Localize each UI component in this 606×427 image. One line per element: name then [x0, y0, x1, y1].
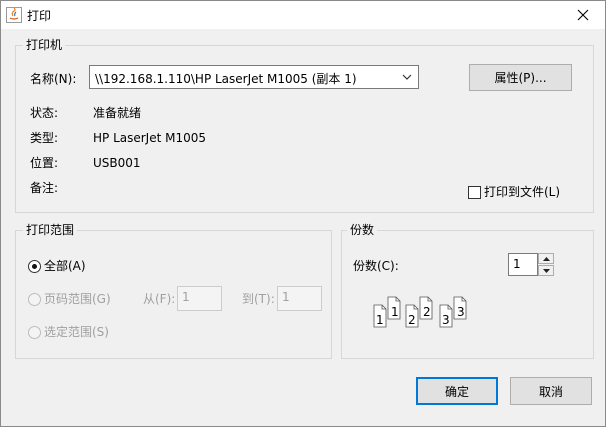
collate-page-label: 2 — [408, 313, 416, 327]
printer-name-label: 名称(N): — [30, 72, 77, 86]
java-app-icon — [6, 7, 22, 23]
print-to-file-label[interactable]: 打印到文件(L) — [484, 185, 560, 199]
window-title: 打印 — [27, 9, 52, 23]
ok-button[interactable]: 确定 — [416, 377, 498, 405]
title-bar: 打印 — [1, 1, 605, 29]
print-range-group-title: 打印范围 — [23, 223, 78, 237]
type-value: HP LaserJet M1005 — [93, 131, 207, 145]
print-to-file-checkbox[interactable] — [468, 186, 481, 199]
collate-page-label: 3 — [457, 305, 465, 319]
copies-label: 份数(C): — [353, 259, 399, 273]
close-icon — [577, 9, 589, 21]
collate-set-1: 1 1 — [373, 296, 401, 328]
cancel-button[interactable]: 取消 — [510, 377, 592, 405]
arrow-up-icon — [542, 256, 550, 261]
arrow-down-icon — [542, 268, 550, 273]
status-value: 准备就绪 — [93, 106, 142, 120]
range-all-radio[interactable] — [28, 260, 41, 273]
collate-set-3: 3 3 — [439, 296, 467, 328]
copies-group-title: 份数 — [347, 223, 378, 237]
type-label: 类型: — [30, 131, 59, 145]
to-input[interactable]: 1 — [277, 286, 322, 311]
from-label: 从(F): — [143, 292, 176, 306]
range-selection-radio[interactable] — [28, 326, 41, 339]
comment-label: 备注: — [30, 181, 59, 195]
status-label: 状态: — [30, 106, 59, 120]
from-input[interactable]: 1 — [177, 286, 222, 311]
range-pages-radio[interactable] — [28, 293, 41, 306]
copies-decrement-button[interactable] — [538, 265, 554, 276]
print-dialog: 打印 打印机 名称(N): \\192.168.1.110\HP LaserJe… — [0, 0, 606, 427]
range-pages-label[interactable]: 页码范围(G) — [44, 292, 111, 306]
range-all-label[interactable]: 全部(A) — [44, 259, 86, 273]
collate-set-2: 2 2 — [405, 296, 433, 328]
location-label: 位置: — [30, 156, 59, 170]
properties-button[interactable]: 属性(P)... — [469, 64, 572, 91]
copies-stepper[interactable] — [538, 253, 554, 276]
collate-page-label: 1 — [391, 305, 399, 319]
chevron-down-icon — [402, 74, 412, 80]
collate-page-label: 3 — [442, 313, 450, 327]
copies-input[interactable]: 1 — [508, 253, 538, 276]
collate-page-label: 1 — [376, 313, 384, 327]
to-label: 到(T): — [242, 292, 275, 306]
collate-page-label: 2 — [423, 305, 431, 319]
printer-name-select[interactable]: \\192.168.1.110\HP LaserJet M1005 (副本 1) — [89, 65, 419, 89]
range-selection-label[interactable]: 选定范围(S) — [44, 325, 109, 339]
location-value: USB001 — [93, 156, 141, 170]
printer-name-value: \\192.168.1.110\HP LaserJet M1005 (副本 1) — [95, 72, 357, 86]
printer-group-title: 打印机 — [23, 38, 66, 52]
close-button[interactable] — [561, 1, 605, 29]
copies-increment-button[interactable] — [538, 253, 554, 264]
collate-pages-icon: 1 1 2 2 3 3 — [373, 296, 467, 328]
